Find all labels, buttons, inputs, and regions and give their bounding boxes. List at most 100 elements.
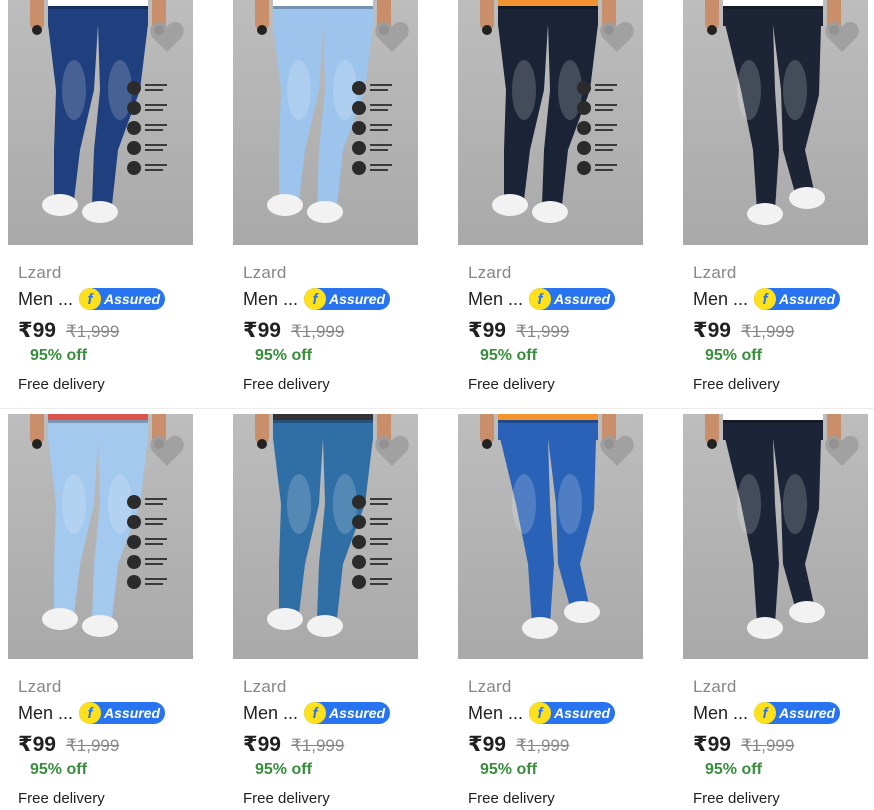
product-image[interactable] — [458, 0, 643, 245]
assured-label: Assured — [779, 291, 836, 307]
product-title[interactable]: Men ... — [468, 289, 523, 310]
selling-price: ₹99 — [243, 319, 281, 342]
title-line: Men ... f Assured — [18, 287, 166, 311]
assured-f-icon: f — [529, 288, 552, 310]
discount-percent: 95% off — [705, 347, 762, 364]
assured-label: Assured — [329, 291, 386, 307]
brand-name: Lzard — [18, 677, 62, 696]
product-image[interactable] — [683, 414, 868, 659]
assured-label: Assured — [779, 705, 836, 721]
delivery-info: Free delivery — [243, 790, 330, 807]
assured-f-icon: f — [754, 288, 777, 310]
discount-percent: 95% off — [30, 347, 87, 364]
assured-badge: f Assured — [79, 702, 166, 724]
assured-badge: f Assured — [304, 288, 391, 310]
title-line: Men ... f Assured — [693, 701, 841, 725]
assured-badge: f Assured — [529, 288, 616, 310]
assured-label: Assured — [329, 705, 386, 721]
wishlist-heart-icon[interactable] — [599, 20, 635, 54]
product-image[interactable] — [683, 0, 868, 245]
assured-badge: f Assured — [529, 702, 616, 724]
wishlist-heart-icon[interactable] — [149, 434, 185, 468]
wishlist-heart-icon[interactable] — [374, 20, 410, 54]
row-divider — [0, 408, 874, 409]
selling-price: ₹99 — [693, 733, 731, 756]
wishlist-heart-icon[interactable] — [599, 434, 635, 468]
selling-price: ₹99 — [18, 319, 56, 342]
price-line: ₹99 ₹1,999 — [18, 732, 119, 757]
product-card-7[interactable]: Lzard Men ... f Assured ₹99 ₹1,999 95% o… — [450, 414, 675, 810]
price-line: ₹99 ₹1,999 — [18, 318, 119, 343]
assured-badge: f Assured — [754, 288, 841, 310]
assured-label: Assured — [554, 291, 611, 307]
assured-f-icon: f — [529, 702, 552, 724]
assured-f-icon: f — [79, 288, 102, 310]
product-card-4[interactable]: Lzard Men ... f Assured ₹99 ₹1,999 95% o… — [675, 0, 874, 400]
wishlist-heart-icon[interactable] — [824, 20, 860, 54]
product-title[interactable]: Men ... — [18, 703, 73, 724]
product-title[interactable]: Men ... — [468, 703, 523, 724]
brand-name: Lzard — [243, 263, 287, 282]
product-image[interactable] — [8, 414, 193, 659]
brand-name: Lzard — [243, 677, 287, 696]
product-image[interactable] — [458, 414, 643, 659]
brand-name: Lzard — [693, 677, 737, 696]
product-image[interactable] — [233, 0, 418, 245]
price-line: ₹99 ₹1,999 — [693, 732, 794, 757]
selling-price: ₹99 — [18, 733, 56, 756]
delivery-info: Free delivery — [693, 376, 780, 393]
product-grid: Lzard Men ... f Assured ₹99 ₹1,999 95% o… — [0, 0, 874, 810]
original-price: ₹1,999 — [740, 322, 795, 341]
original-price: ₹1,999 — [740, 736, 795, 755]
product-image[interactable] — [233, 414, 418, 659]
assured-label: Assured — [554, 705, 611, 721]
product-card-1[interactable]: Lzard Men ... f Assured ₹99 ₹1,999 95% o… — [0, 0, 225, 400]
discount-percent: 95% off — [255, 761, 312, 778]
discount-percent: 95% off — [480, 761, 537, 778]
brand-name: Lzard — [693, 263, 737, 282]
original-price: ₹1,999 — [290, 736, 345, 755]
price-line: ₹99 ₹1,999 — [243, 318, 344, 343]
product-image[interactable] — [8, 0, 193, 245]
brand-name: Lzard — [468, 677, 512, 696]
assured-badge: f Assured — [304, 702, 391, 724]
product-title[interactable]: Men ... — [693, 289, 748, 310]
discount-percent: 95% off — [705, 761, 762, 778]
product-card-3[interactable]: Lzard Men ... f Assured ₹99 ₹1,999 95% o… — [450, 0, 675, 400]
product-card-5[interactable]: Lzard Men ... f Assured ₹99 ₹1,999 95% o… — [0, 414, 225, 810]
product-title[interactable]: Men ... — [243, 703, 298, 724]
product-card-2[interactable]: Lzard Men ... f Assured ₹99 ₹1,999 95% o… — [225, 0, 450, 400]
product-title[interactable]: Men ... — [693, 703, 748, 724]
original-price: ₹1,999 — [515, 322, 570, 341]
title-line: Men ... f Assured — [693, 287, 841, 311]
wishlist-heart-icon[interactable] — [149, 20, 185, 54]
title-line: Men ... f Assured — [468, 701, 616, 725]
discount-percent: 95% off — [255, 347, 312, 364]
title-line: Men ... f Assured — [243, 701, 391, 725]
selling-price: ₹99 — [468, 733, 506, 756]
delivery-info: Free delivery — [18, 376, 105, 393]
price-line: ₹99 ₹1,999 — [468, 732, 569, 757]
assured-f-icon: f — [754, 702, 777, 724]
original-price: ₹1,999 — [515, 736, 570, 755]
original-price: ₹1,999 — [290, 322, 345, 341]
delivery-info: Free delivery — [468, 790, 555, 807]
product-card-8[interactable]: Lzard Men ... f Assured ₹99 ₹1,999 95% o… — [675, 414, 874, 810]
product-title[interactable]: Men ... — [18, 289, 73, 310]
assured-label: Assured — [104, 291, 161, 307]
product-title[interactable]: Men ... — [243, 289, 298, 310]
delivery-info: Free delivery — [18, 790, 105, 807]
title-line: Men ... f Assured — [18, 701, 166, 725]
assured-badge: f Assured — [754, 702, 841, 724]
original-price: ₹1,999 — [65, 322, 120, 341]
selling-price: ₹99 — [243, 733, 281, 756]
discount-percent: 95% off — [480, 347, 537, 364]
wishlist-heart-icon[interactable] — [374, 434, 410, 468]
wishlist-heart-icon[interactable] — [824, 434, 860, 468]
discount-percent: 95% off — [30, 761, 87, 778]
price-line: ₹99 ₹1,999 — [468, 318, 569, 343]
product-card-6[interactable]: Lzard Men ... f Assured ₹99 ₹1,999 95% o… — [225, 414, 450, 810]
title-line: Men ... f Assured — [468, 287, 616, 311]
assured-f-icon: f — [304, 702, 327, 724]
brand-name: Lzard — [18, 263, 62, 282]
